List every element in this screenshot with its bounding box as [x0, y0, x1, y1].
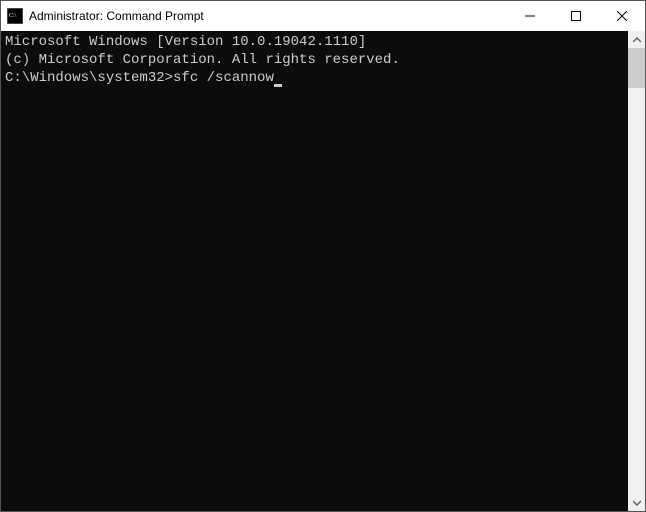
chevron-up-icon [633, 36, 641, 44]
command-input: sfc /scannow [173, 70, 274, 86]
maximize-button[interactable] [553, 1, 599, 31]
minimize-button[interactable] [507, 1, 553, 31]
terminal-output[interactable]: Microsoft Windows [Version 10.0.19042.11… [1, 31, 628, 511]
terminal-line: Microsoft Windows [Version 10.0.19042.11… [5, 33, 624, 51]
scrollbar-track[interactable] [628, 48, 645, 494]
chevron-down-icon [633, 499, 641, 507]
command-prompt-window: C:\ Administrator: Command Prompt [0, 0, 646, 512]
window-controls [507, 1, 645, 31]
scrollbar-thumb[interactable] [628, 48, 645, 88]
close-icon [617, 11, 627, 21]
scroll-up-button[interactable] [628, 31, 645, 48]
cmd-icon: C:\ [7, 8, 23, 24]
window-title: Administrator: Command Prompt [29, 9, 507, 23]
minimize-icon [525, 11, 535, 21]
terminal-line: (c) Microsoft Corporation. All rights re… [5, 51, 624, 69]
content-area: Microsoft Windows [Version 10.0.19042.11… [1, 31, 645, 511]
scroll-down-button[interactable] [628, 494, 645, 511]
cursor [274, 84, 282, 87]
vertical-scrollbar[interactable] [628, 31, 645, 511]
titlebar[interactable]: C:\ Administrator: Command Prompt [1, 1, 645, 31]
close-button[interactable] [599, 1, 645, 31]
prompt-line: C:\Windows\system32>sfc /scannow [5, 69, 624, 87]
svg-text:C:\: C:\ [9, 13, 17, 19]
maximize-icon [571, 11, 581, 21]
prompt-path: C:\Windows\system32> [5, 70, 173, 86]
